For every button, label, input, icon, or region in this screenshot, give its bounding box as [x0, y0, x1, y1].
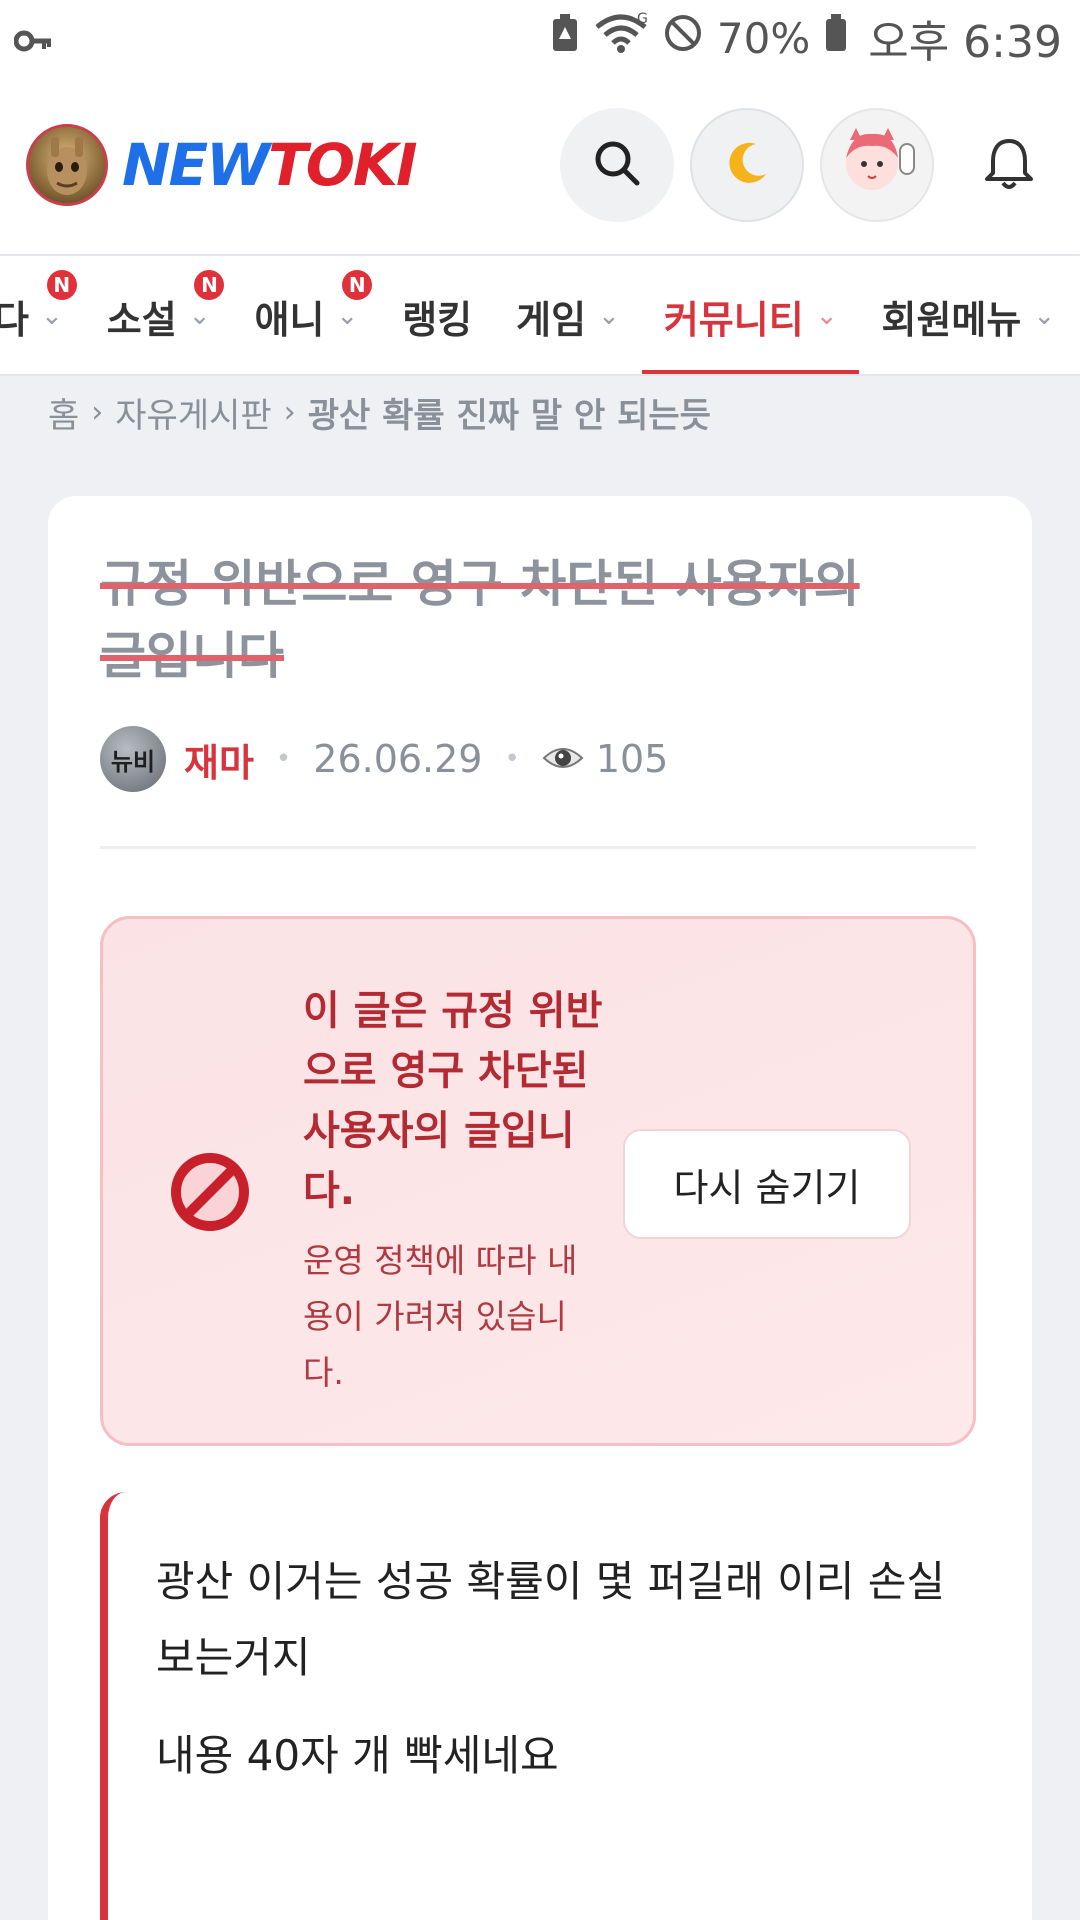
- nav-item-label: 회원메뉴: [881, 297, 1022, 342]
- do-not-disturb-icon: [663, 13, 703, 64]
- battery-icon: [824, 13, 848, 64]
- breadcrumb-board[interactable]: 자유게시판: [115, 388, 271, 437]
- nav-item-label: 커뮤니티: [663, 297, 804, 342]
- chevron-down-icon: ⌄: [188, 301, 211, 331]
- wifi-icon: G: [593, 11, 649, 66]
- breadcrumb: 홈 › 자유게시판 › 광산 확률 진짜 말 안 되는듯: [48, 386, 711, 438]
- nav-item-novel[interactable]: 소설 ⌄ N: [85, 256, 233, 374]
- breadcrumb-current: 광산 확률 진짜 말 안 되는듯: [307, 395, 711, 436]
- site-logo[interactable]: NEWTOKI: [26, 124, 418, 206]
- post-body: 광산 이거는 성공 확률이 몇 퍼길래 이리 손실보는거지 내용 40자 개 빡…: [100, 1492, 976, 1920]
- chevron-right-icon: ›: [283, 394, 296, 430]
- post-title-line: 규정 위반으로 영구 차단된 사용자의: [100, 555, 860, 613]
- bell-icon: [983, 135, 1035, 195]
- blocked-user-notice: 이 글은 규정 위반으로 영구 차단된 사용자의 글입니다. 운영 정책에 따라…: [100, 916, 976, 1446]
- user-avatar: [832, 118, 922, 212]
- nav-item-ranking[interactable]: 랭킹: [380, 256, 494, 374]
- post-paragraph: 광산 이거는 성공 확률이 몇 퍼길래 이리 손실보는거지: [156, 1557, 945, 1682]
- chevron-down-icon: ⌄: [815, 301, 838, 331]
- notice-title: 이 글은 규정 위반으로 영구 차단된 사용자의 글입니다.: [303, 988, 603, 1214]
- clock: 오후 6:39: [868, 17, 1062, 68]
- user-avatar-button[interactable]: [820, 108, 934, 222]
- main-nav: 다 ⌄ N 소설 ⌄ N 애니 ⌄ N 랭킹 게임 ⌄ 커뮤니티 ⌄ 회원메뉴 …: [0, 254, 1080, 376]
- post-meta: 뉴비 재마 • 26.06.29 • 105: [100, 724, 668, 794]
- logo-wordmark: NEWTOKI: [122, 131, 418, 199]
- status-bar: G 70% 오후 6:39: [0, 0, 1080, 76]
- dark-mode-toggle[interactable]: [690, 108, 804, 222]
- eye-icon: [542, 737, 584, 781]
- search-icon: [592, 138, 642, 192]
- view-count-value: 105: [595, 737, 669, 781]
- search-button[interactable]: [560, 108, 674, 222]
- logo-toki: TOKI: [268, 131, 417, 199]
- chevron-down-icon: ⌄: [336, 301, 359, 331]
- nav-item-label: 소설: [106, 297, 177, 342]
- post-date: 26.06.29: [313, 737, 483, 781]
- view-count: 105: [542, 737, 669, 781]
- nav-item-member-menu[interactable]: 회원메뉴 ⌄: [859, 256, 1077, 374]
- prohibited-icon: [167, 1149, 253, 1235]
- hide-again-button[interactable]: 다시 숨기기: [623, 1129, 911, 1239]
- nav-item-label: 다: [0, 289, 29, 344]
- divider: [100, 846, 976, 849]
- new-badge: N: [342, 270, 373, 300]
- svg-text:G: G: [637, 11, 648, 27]
- chevron-right-icon: ›: [91, 394, 104, 430]
- meta-separator: •: [504, 744, 520, 774]
- new-badge: N: [194, 270, 225, 300]
- post-title-line: 글입니다: [100, 627, 284, 685]
- post-paragraph: 내용 40자 개 빡세네요: [156, 1731, 559, 1780]
- nav-item-game[interactable]: 게임 ⌄: [494, 256, 642, 374]
- battery-percent: 70%: [716, 13, 811, 63]
- meta-separator: •: [275, 744, 292, 774]
- level-badge: 뉴비: [100, 726, 166, 792]
- author-name[interactable]: 재마: [184, 732, 254, 787]
- chevron-down-icon: ⌄: [598, 301, 620, 331]
- new-badge: N: [46, 270, 77, 300]
- nav-item-community[interactable]: 커뮤니티 ⌄: [641, 256, 860, 374]
- nav-item-anime[interactable]: 애니 ⌄ N: [232, 256, 380, 374]
- battery-saver-icon: [551, 13, 579, 64]
- post-title: 규정 위반으로 영구 차단된 사용자의 글입니다: [100, 548, 960, 692]
- site-header: NEWTOKI: [0, 76, 1080, 254]
- logo-new: NEW: [122, 131, 270, 199]
- nav-item-label: 게임: [516, 297, 587, 342]
- chevron-down-icon: ⌄: [40, 301, 63, 331]
- nav-item-label: 애니: [254, 297, 325, 342]
- moon-icon: [722, 138, 772, 192]
- nav-item-partial[interactable]: 다 ⌄ N: [0, 256, 85, 374]
- notifications-button[interactable]: [964, 108, 1054, 222]
- breadcrumb-home[interactable]: 홈: [48, 388, 79, 437]
- key-icon: [13, 13, 54, 64]
- nav-item-label: 랭킹: [402, 297, 473, 342]
- logo-mascot-image: [26, 124, 108, 206]
- notice-subtitle: 운영 정책에 따라 내용이 가려져 있습니다.: [303, 1241, 578, 1392]
- chevron-down-icon: ⌄: [1033, 301, 1056, 331]
- post-card: 규정 위반으로 영구 차단된 사용자의 글입니다 뉴비 재마 • 26.06.2…: [48, 496, 1032, 1920]
